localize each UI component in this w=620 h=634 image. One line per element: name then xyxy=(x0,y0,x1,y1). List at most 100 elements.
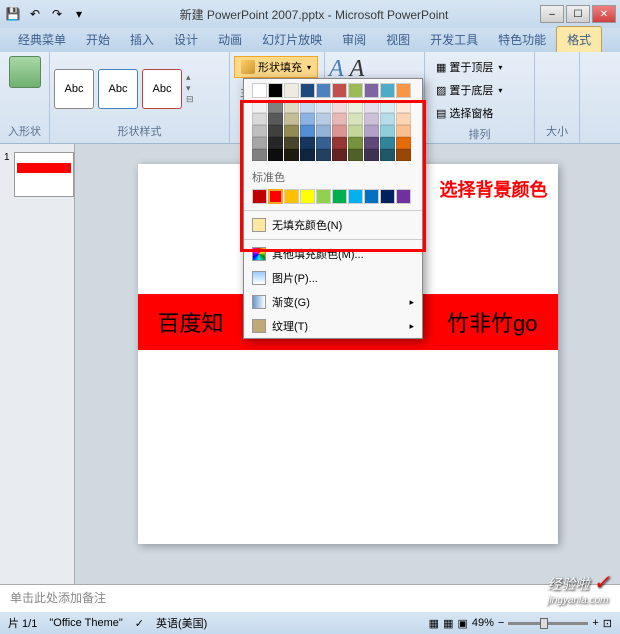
color-swatch[interactable] xyxy=(348,189,363,204)
color-swatch[interactable] xyxy=(300,149,315,161)
color-swatch[interactable] xyxy=(300,83,315,98)
no-fill-item[interactable]: 无填充颜色(N) xyxy=(244,213,422,237)
tab-4[interactable]: 动画 xyxy=(208,27,252,52)
minimize-button[interactable]: – xyxy=(540,5,564,23)
more-colors-item[interactable]: 其他填充颜色(M)... xyxy=(244,242,422,266)
maximize-button[interactable]: ☐ xyxy=(566,5,590,23)
close-button[interactable]: ✕ xyxy=(592,5,616,23)
color-swatch[interactable] xyxy=(396,83,411,98)
color-swatch[interactable] xyxy=(268,113,283,125)
redo-icon[interactable]: ↷ xyxy=(48,5,66,23)
color-swatch[interactable] xyxy=(380,189,395,204)
color-swatch[interactable] xyxy=(316,113,331,125)
color-swatch[interactable] xyxy=(364,101,379,113)
color-swatch[interactable] xyxy=(268,83,283,98)
color-swatch[interactable] xyxy=(380,149,395,161)
color-swatch[interactable] xyxy=(364,125,379,137)
color-swatch[interactable] xyxy=(252,83,267,98)
shape-style-1[interactable]: Abc xyxy=(54,69,94,109)
tab-10[interactable]: 格式 xyxy=(556,26,602,52)
color-swatch[interactable] xyxy=(252,125,267,137)
color-swatch[interactable] xyxy=(348,101,363,113)
color-swatch[interactable] xyxy=(364,113,379,125)
color-swatch[interactable] xyxy=(380,113,395,125)
tab-6[interactable]: 审阅 xyxy=(332,27,376,52)
color-swatch[interactable] xyxy=(332,83,347,98)
color-swatch[interactable] xyxy=(380,137,395,149)
save-icon[interactable]: 💾 xyxy=(4,5,22,23)
color-swatch[interactable] xyxy=(380,125,395,137)
color-swatch[interactable] xyxy=(252,189,267,204)
color-swatch[interactable] xyxy=(332,137,347,149)
zoom-value[interactable]: 49% xyxy=(472,617,494,629)
selection-pane-button[interactable]: ▤选择窗格 xyxy=(429,102,500,124)
color-swatch[interactable] xyxy=(252,113,267,125)
color-swatch[interactable] xyxy=(284,189,299,204)
notes-input[interactable]: 单击此处添加备注 xyxy=(0,584,620,612)
color-swatch[interactable] xyxy=(396,101,411,113)
zoom-in-icon[interactable]: + xyxy=(592,617,598,629)
color-swatch[interactable] xyxy=(300,125,315,137)
tab-5[interactable]: 幻灯片放映 xyxy=(252,27,332,52)
color-swatch[interactable] xyxy=(364,149,379,161)
shape-style-2[interactable]: Abc xyxy=(98,69,138,109)
color-swatch[interactable] xyxy=(252,149,267,161)
language[interactable]: 英语(美国) xyxy=(156,615,207,631)
color-swatch[interactable] xyxy=(284,149,299,161)
tab-0[interactable]: 经典菜单 xyxy=(8,27,76,52)
color-swatch[interactable] xyxy=(332,189,347,204)
color-swatch[interactable] xyxy=(316,83,331,98)
color-swatch[interactable] xyxy=(284,83,299,98)
color-swatch[interactable] xyxy=(348,83,363,98)
color-swatch[interactable] xyxy=(396,149,411,161)
texture-fill-item[interactable]: 纹理(T) ▸ xyxy=(244,314,422,338)
color-swatch[interactable] xyxy=(364,189,379,204)
slide-thumbnail-1[interactable] xyxy=(14,152,74,197)
color-swatch[interactable] xyxy=(284,101,299,113)
color-swatch[interactable] xyxy=(396,189,411,204)
zoom-slider[interactable] xyxy=(508,622,588,625)
color-swatch[interactable] xyxy=(268,149,283,161)
bring-front-button[interactable]: ▦置于顶层▾ xyxy=(429,56,509,78)
color-swatch[interactable] xyxy=(284,137,299,149)
qat-more-icon[interactable]: ▾ xyxy=(70,5,88,23)
color-swatch[interactable] xyxy=(252,137,267,149)
color-swatch[interactable] xyxy=(268,101,283,113)
color-swatch[interactable] xyxy=(348,149,363,161)
color-swatch[interactable] xyxy=(348,125,363,137)
color-swatch[interactable] xyxy=(332,125,347,137)
sorter-view-icon[interactable]: ▦ xyxy=(443,617,453,630)
tab-7[interactable]: 视图 xyxy=(376,27,420,52)
color-swatch[interactable] xyxy=(268,189,283,204)
color-swatch[interactable] xyxy=(332,113,347,125)
color-swatch[interactable] xyxy=(284,125,299,137)
style-up-icon[interactable]: ▴ xyxy=(186,72,194,83)
insert-shape-icon[interactable] xyxy=(9,56,41,88)
fit-icon[interactable]: ⊡ xyxy=(603,617,612,630)
color-swatch[interactable] xyxy=(316,101,331,113)
send-back-button[interactable]: ▨置于底层▾ xyxy=(429,79,509,101)
tab-9[interactable]: 特色功能 xyxy=(488,27,556,52)
color-swatch[interactable] xyxy=(332,101,347,113)
tab-2[interactable]: 插入 xyxy=(120,27,164,52)
spellcheck-icon[interactable]: ✓ xyxy=(135,617,144,630)
tab-8[interactable]: 开发工具 xyxy=(420,27,488,52)
color-swatch[interactable] xyxy=(300,101,315,113)
color-swatch[interactable] xyxy=(380,101,395,113)
zoom-out-icon[interactable]: − xyxy=(498,617,504,629)
color-swatch[interactable] xyxy=(268,125,283,137)
color-swatch[interactable] xyxy=(268,137,283,149)
color-swatch[interactable] xyxy=(300,113,315,125)
color-swatch[interactable] xyxy=(380,83,395,98)
color-swatch[interactable] xyxy=(316,125,331,137)
gradient-fill-item[interactable]: 渐变(G) ▸ xyxy=(244,290,422,314)
normal-view-icon[interactable]: ▦ xyxy=(429,617,439,630)
undo-icon[interactable]: ↶ xyxy=(26,5,44,23)
picture-fill-item[interactable]: 图片(P)... xyxy=(244,266,422,290)
color-swatch[interactable] xyxy=(300,137,315,149)
color-swatch[interactable] xyxy=(364,137,379,149)
color-swatch[interactable] xyxy=(332,149,347,161)
color-swatch[interactable] xyxy=(348,137,363,149)
style-more-icon[interactable]: ⊟ xyxy=(186,94,194,105)
color-swatch[interactable] xyxy=(316,137,331,149)
